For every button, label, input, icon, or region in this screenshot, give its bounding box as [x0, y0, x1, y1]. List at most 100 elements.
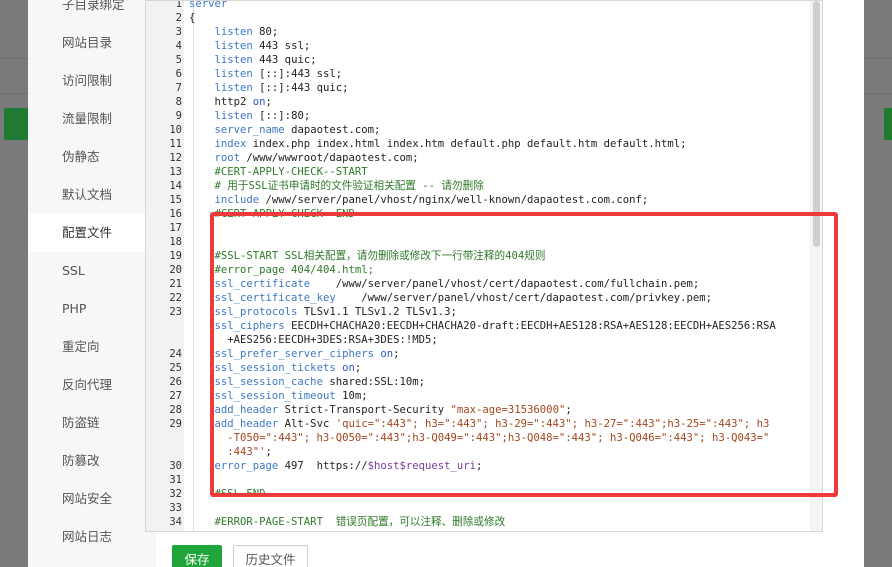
- sidebar-item[interactable]: 配置文件: [28, 214, 156, 252]
- history-files-button[interactable]: 历史文件: [233, 545, 308, 567]
- sidebar-item[interactable]: 反向代理: [28, 366, 156, 404]
- code-line[interactable]: +AES256:EECDH+3DES:RSA+3DES:!MD5;: [189, 333, 437, 347]
- config-code-editor[interactable]: 1 server 2{3 listen 80; 4 listen 443 ssl; 5 …: [145, 0, 823, 532]
- scrollbar-thumb[interactable]: [813, 1, 820, 247]
- code-token: 10m;: [335, 390, 368, 402]
- code-line[interactable]: #error_page 404/404.html;: [189, 263, 374, 277]
- code-line[interactable]: server: [189, 1, 227, 11]
- line-number: 5: [175, 54, 182, 66]
- code-line[interactable]: ssl_protocols TLSv1.1 TLSv1.2 TLSv1.3;: [189, 305, 457, 319]
- code-line[interactable]: add_header Strict-Transport-Security "ma…: [189, 403, 572, 417]
- line-number: 3: [175, 26, 182, 38]
- code-token: listen: [214, 54, 253, 66]
- code-line[interactable]: listen 443 ssl;: [189, 39, 311, 53]
- code-line[interactable]: error_page 404 /404.html;: [189, 529, 374, 531]
- code-token: Alt-Svc: [278, 418, 336, 430]
- code-token: /www/server/panel/vhost/cert/dapaotest.c…: [310, 278, 700, 290]
- code-line[interactable]: -T050=":443"; h3-Q050=":443";h3-Q049=":4…: [189, 431, 769, 445]
- line-number: 4: [175, 40, 182, 52]
- sidebar-item[interactable]: 网站安全: [28, 480, 156, 518]
- sidebar-item[interactable]: 防篡改: [28, 442, 156, 480]
- code-line[interactable]: #CERT-APPLY-CHECK--END: [189, 207, 355, 221]
- code-line[interactable]: #ERROR-PAGE-START 错误页配置，可以注释、删除或修改: [189, 515, 506, 529]
- code-line[interactable]: ssl_certificate_key /www/server/panel/vh…: [189, 291, 713, 305]
- code-line[interactable]: server_name dapaotest.com;: [189, 123, 381, 137]
- code-line[interactable]: {: [189, 11, 195, 25]
- code-line[interactable]: #SSL-START SSL相关配置，请勿删除或修改下一行带注释的404规则: [189, 249, 546, 263]
- code-line[interactable]: ssl_session_cache shared:SSL:10m;: [189, 375, 426, 389]
- line-number: 2: [175, 12, 182, 24]
- background-button: [4, 108, 28, 140]
- code-token: error_page: [214, 460, 279, 472]
- line-number: 26: [169, 376, 182, 388]
- code-line[interactable]: ssl_prefer_server_ciphers on;: [189, 347, 400, 361]
- sidebar-item[interactable]: SSL: [28, 252, 156, 290]
- sidebar-item[interactable]: 默认文档: [28, 176, 156, 214]
- sidebar-item[interactable]: 流量限制: [28, 100, 156, 138]
- code-token: Strict-Transport-Security: [278, 404, 451, 416]
- code-token: listen: [214, 82, 253, 94]
- code-line[interactable]: # 用于SSL证书申请时的文件验证相关配置 -- 请勿删除: [189, 179, 484, 193]
- code-line[interactable]: :443"';: [189, 445, 272, 459]
- code-line[interactable]: #SSL-END: [189, 487, 266, 501]
- code-line[interactable]: error_page 497 https://$host$request_uri…: [189, 459, 483, 473]
- save-button[interactable]: 保存: [172, 545, 222, 567]
- code-line[interactable]: ssl_session_timeout 10m;: [189, 389, 368, 403]
- code-token: server_name: [214, 124, 285, 136]
- code-token: listen: [214, 40, 253, 52]
- code-line[interactable]: root /www/wwwroot/dapaotest.com;: [189, 151, 419, 165]
- code-line[interactable]: add_header Alt-Svc 'quic=":443"; h3=":44…: [189, 417, 770, 431]
- sidebar-item[interactable]: 重定向: [28, 328, 156, 366]
- line-number: 19: [169, 250, 182, 262]
- line-number: 28: [169, 404, 182, 416]
- code-line[interactable]: listen 443 quic;: [189, 53, 317, 67]
- code-token: ;: [265, 96, 272, 108]
- code-token: dapaotest.com;: [284, 124, 381, 136]
- code-line[interactable]: ssl_ciphers EECDH+CHACHA20:EECDH+CHACHA2…: [189, 319, 776, 333]
- sidebar-item[interactable]: 子目录绑定: [28, 0, 156, 24]
- sidebar-item[interactable]: 伪静态: [28, 138, 156, 176]
- code-line[interactable]: listen 80;: [189, 25, 279, 39]
- sidebar-item[interactable]: 防盗链: [28, 404, 156, 442]
- code-token: {: [189, 12, 196, 24]
- code-line[interactable]: listen [::]:80;: [189, 109, 311, 123]
- line-number: 32: [169, 488, 182, 500]
- sidebar-item[interactable]: PHP: [28, 290, 156, 328]
- code-line[interactable]: listen [::]:443 ssl;: [189, 67, 343, 81]
- line-number: 10: [169, 124, 182, 136]
- line-number: 15: [169, 194, 182, 206]
- code-token: #SSL-START SSL相关配置，请勿删除或修改下一行带注释的404规则: [214, 250, 546, 262]
- code-token: [::]:443 ssl;: [252, 68, 343, 80]
- code-token: /www/server/panel/vhost/cert/dapaotest.c…: [335, 292, 713, 304]
- line-number: 20: [169, 264, 182, 276]
- code-token: ssl_session_tickets: [214, 362, 336, 374]
- line-number: 30: [169, 460, 182, 472]
- code-line[interactable]: index index.php index.html index.htm def…: [189, 137, 687, 151]
- code-token: ;: [565, 404, 572, 416]
- sidebar-item[interactable]: 网站目录: [28, 24, 156, 62]
- line-number: 11: [169, 138, 182, 150]
- line-number: 1: [175, 0, 182, 10]
- code-token: 443 ssl;: [252, 40, 311, 52]
- code-line[interactable]: http2 on;: [189, 95, 272, 109]
- code-line[interactable]: listen [::]:443 quic;: [189, 81, 349, 95]
- sidebar-item[interactable]: 访问限制: [28, 62, 156, 100]
- code-line[interactable]: ssl_session_tickets on;: [189, 361, 362, 375]
- code-line[interactable]: include /www/server/panel/vhost/nginx/we…: [189, 193, 649, 207]
- code-token: on: [252, 96, 266, 108]
- code-line[interactable]: ssl_certificate /www/server/panel/vhost/…: [189, 277, 700, 291]
- vertical-scrollbar[interactable]: [810, 1, 822, 531]
- line-number: 13: [169, 166, 182, 178]
- code-line[interactable]: #CERT-APPLY-CHECK--START: [189, 165, 368, 179]
- line-number: 21: [169, 278, 182, 290]
- sidebar-item[interactable]: 网站日志: [28, 518, 156, 556]
